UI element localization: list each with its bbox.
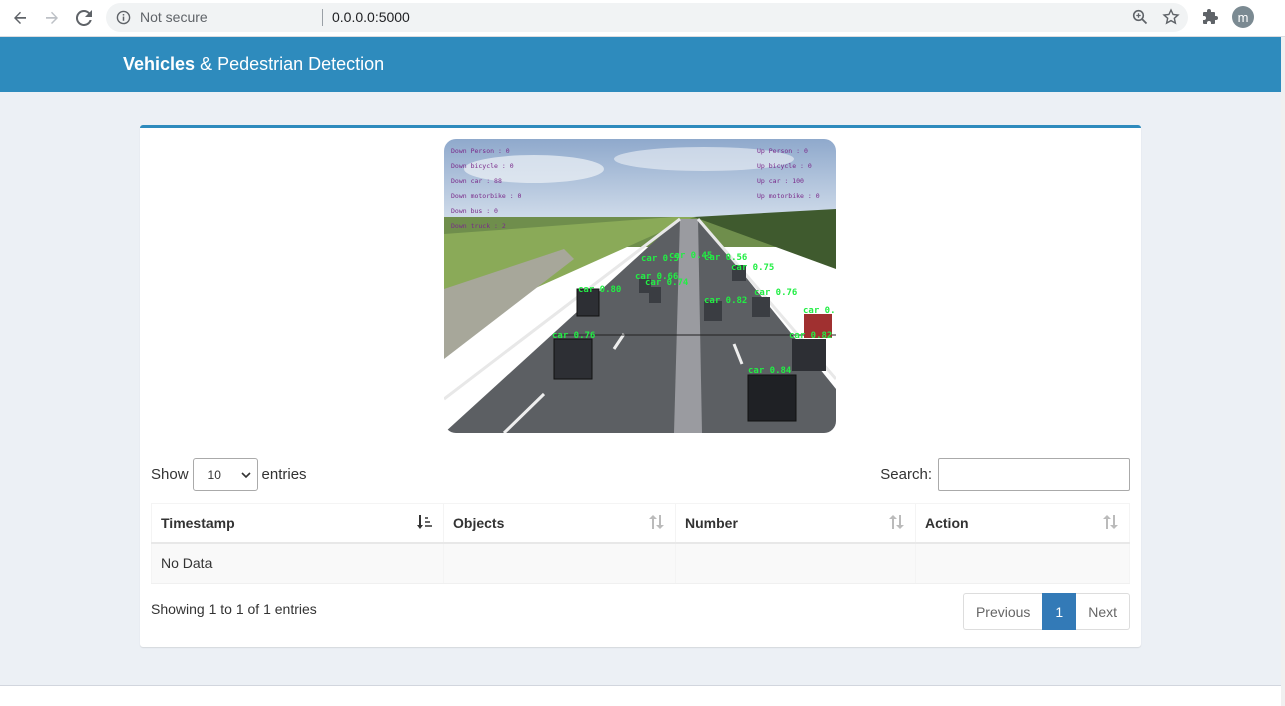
previous-button[interactable]: Previous xyxy=(962,593,1043,630)
sort-both-icon xyxy=(889,515,905,532)
column-header-objects[interactable]: Objects xyxy=(443,503,676,544)
detection-label: car 0.74 xyxy=(645,278,689,288)
detections-table: Timestamp Objects Number Action No Data xyxy=(151,503,1130,584)
app-header: Vehicles & Pedestrian Detection xyxy=(0,37,1281,92)
brand-bold: Vehicles xyxy=(123,54,196,74)
up-count-1: Up bicycle : 0 xyxy=(757,162,812,170)
detection-video-feed: Down Person : 0 Down bicycle : 0 Down ca… xyxy=(444,139,836,433)
browser-toolbar: Not secure 0.0.0.0:5000 m xyxy=(0,0,1285,37)
table-header-row: Timestamp Objects Number Action xyxy=(151,503,1130,544)
entries-label: entries xyxy=(261,466,307,483)
column-header-label: Number xyxy=(685,514,738,531)
chevron-down-icon xyxy=(240,471,251,478)
security-label: Not secure xyxy=(140,9,208,25)
search-input[interactable] xyxy=(938,458,1130,491)
back-icon[interactable] xyxy=(8,7,32,29)
page-1-button[interactable]: 1 xyxy=(1042,593,1077,630)
brand-title[interactable]: Vehicles & Pedestrian Detection xyxy=(123,54,384,75)
bookmark-star-icon[interactable] xyxy=(1162,8,1180,31)
sort-both-icon xyxy=(1103,515,1119,532)
column-header-label: Action xyxy=(925,514,969,531)
table-cell xyxy=(443,542,676,584)
page-footer xyxy=(0,685,1281,706)
pagination: Previous 1 Next xyxy=(962,593,1130,630)
down-count-1: Down bicycle : 0 xyxy=(451,162,514,170)
extensions-icon[interactable] xyxy=(1200,7,1220,32)
column-header-timestamp[interactable]: Timestamp xyxy=(151,503,444,544)
brand-rest: & Pedestrian Detection xyxy=(195,54,385,74)
table-cell xyxy=(915,542,1130,584)
sort-both-icon xyxy=(649,515,665,532)
search-label: Search: xyxy=(880,466,932,483)
down-count-0: Down Person : 0 xyxy=(451,147,510,155)
entries-select[interactable]: 10 xyxy=(192,458,258,491)
detection-label: car 0.75 xyxy=(731,263,774,273)
column-header-label: Objects xyxy=(453,514,505,531)
url-text[interactable]: 0.0.0.0:5000 xyxy=(332,9,410,25)
reload-icon[interactable] xyxy=(72,7,96,29)
forward-icon[interactable] xyxy=(40,7,64,29)
detection-label: car 0.76 xyxy=(754,288,797,298)
zoom-icon[interactable] xyxy=(1132,9,1148,30)
scrollbar[interactable] xyxy=(1281,37,1285,706)
column-header-action[interactable]: Action xyxy=(915,503,1130,544)
detection-label: car 0.76 xyxy=(552,331,595,341)
separator xyxy=(322,9,323,26)
up-count-3: Up motorbike : 0 xyxy=(757,192,820,200)
info-icon[interactable] xyxy=(116,10,131,30)
detection-label: car 0.82 xyxy=(789,331,832,341)
search-control: Search: xyxy=(880,458,1130,491)
detection-label: car 0.80 xyxy=(578,285,621,295)
address-bar[interactable]: Not secure 0.0.0.0:5000 xyxy=(106,3,1188,32)
detection-label: car 0.84 xyxy=(748,366,792,376)
down-count-3: Down motorbike : 0 xyxy=(451,192,522,200)
entries-length-control: Show 10 entries xyxy=(151,458,307,491)
down-count-4: Down bus : 0 xyxy=(451,207,498,215)
down-count-2: Down car : 88 xyxy=(451,177,502,185)
show-label: Show xyxy=(151,466,189,483)
detection-label: car 0.56 xyxy=(704,253,747,263)
detection-label: car 0.82 xyxy=(704,296,747,306)
up-count-0: Up Person : 0 xyxy=(757,147,808,155)
table-cell xyxy=(675,542,916,584)
sort-ascending-icon xyxy=(417,515,433,532)
table-row: No Data xyxy=(151,542,1130,584)
column-header-label: Timestamp xyxy=(161,514,235,531)
table-info: Showing 1 to 1 of 1 entries xyxy=(151,601,317,617)
column-header-number[interactable]: Number xyxy=(675,503,916,544)
main-card: Down Person : 0 Down bicycle : 0 Down ca… xyxy=(140,125,1141,647)
down-count-5: Down truck : 2 xyxy=(451,222,506,230)
next-button[interactable]: Next xyxy=(1076,593,1130,630)
video-frame: Down Person : 0 Down bicycle : 0 Down ca… xyxy=(444,139,836,433)
table-cell: No Data xyxy=(151,542,444,584)
profile-avatar[interactable]: m xyxy=(1232,6,1254,28)
entries-select-value: 10 xyxy=(207,467,221,482)
up-count-2: Up car : 100 xyxy=(757,177,804,185)
detection-label: car 0.7 xyxy=(803,306,836,316)
